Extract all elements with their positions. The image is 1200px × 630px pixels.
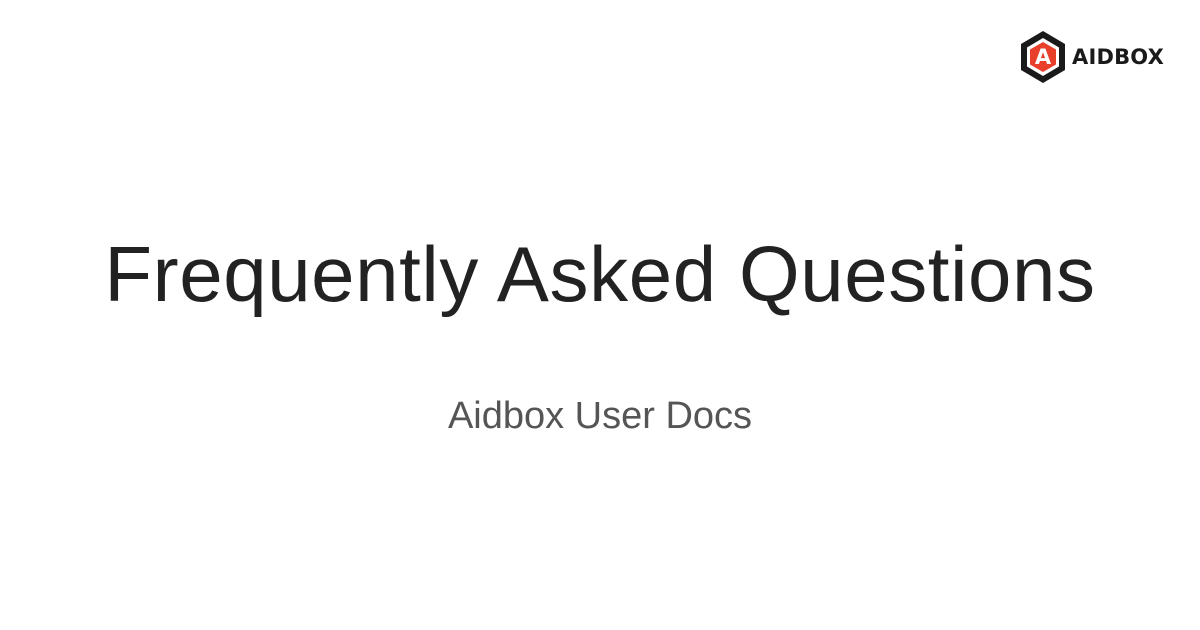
page-title: Frequently Asked Questions [104, 230, 1096, 318]
page-subtitle: Aidbox User Docs [447, 395, 753, 437]
brand-logo: A AIDBOX [1019, 29, 1164, 85]
brand-name: AIDBOX [1072, 44, 1164, 69]
logo-letter: A [1035, 45, 1052, 69]
aidbox-hexagon-logo-icon: A [1021, 31, 1065, 83]
